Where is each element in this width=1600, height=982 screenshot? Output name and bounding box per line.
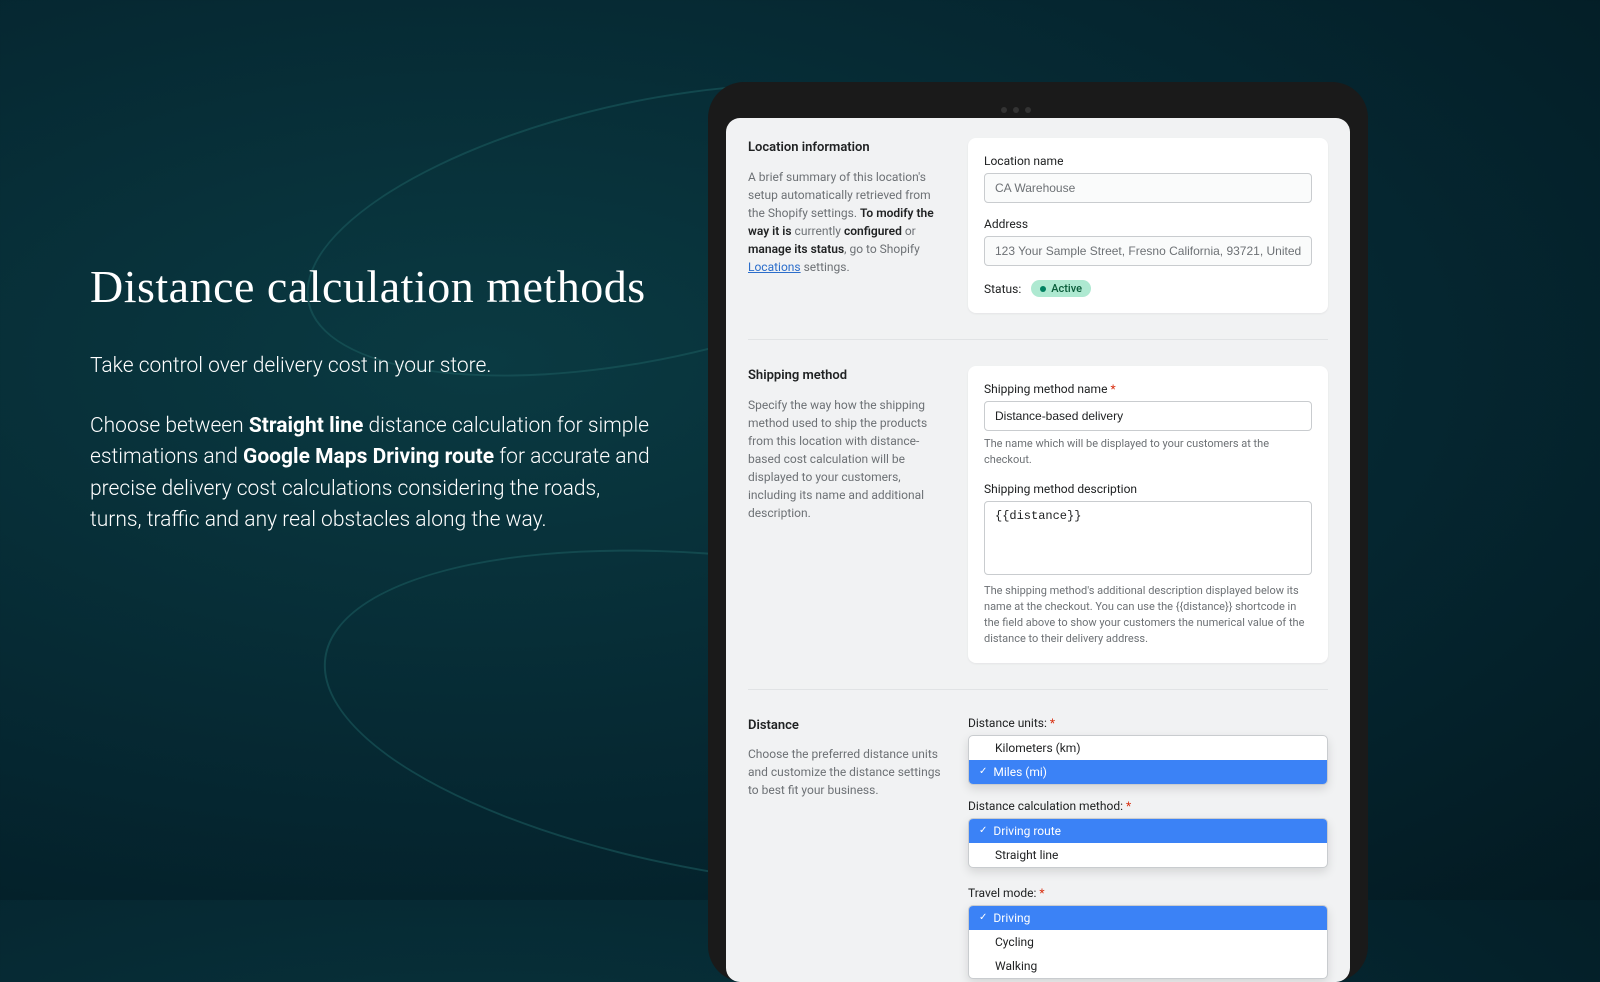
section-shipping: Shipping method Specify the way how the …	[748, 366, 1328, 690]
section-description: Specify the way how the shipping method …	[748, 396, 948, 522]
shipping-desc-textarea[interactable]: {{distance}}	[984, 501, 1312, 575]
section-location: Location information A brief summary of …	[748, 138, 1328, 340]
calc-method-label: Distance calculation method: *	[968, 799, 1328, 813]
section-title: Location information	[748, 138, 948, 158]
section-description: Choose the preferred distance units and …	[748, 745, 948, 799]
shipping-name-help: The name which will be displayed to your…	[984, 436, 1312, 468]
hero-copy: Distance calculation methods Take contro…	[90, 260, 650, 565]
option-kilometers[interactable]: Kilometers (km)	[969, 736, 1327, 760]
shipping-desc-label: Shipping method description	[984, 482, 1312, 496]
status-label: Status:	[984, 282, 1021, 296]
address-label: Address	[984, 217, 1312, 231]
section-title: Distance	[748, 716, 948, 736]
section-description: A brief summary of this location's setup…	[748, 168, 948, 276]
option-driving[interactable]: ✓Driving	[969, 906, 1327, 930]
check-icon: ✓	[979, 912, 987, 923]
option-driving-route[interactable]: ✓Driving route	[969, 819, 1327, 843]
option-miles[interactable]: ✓Miles (mi)	[969, 760, 1327, 784]
address-field	[984, 236, 1312, 266]
status-badge: Active	[1031, 280, 1091, 297]
option-walking[interactable]: Walking	[969, 954, 1327, 978]
tablet-device-frame: Location information A brief summary of …	[708, 82, 1368, 982]
location-name-label: Location name	[984, 154, 1312, 168]
hero-lead: Take control over delivery cost in your …	[90, 351, 650, 383]
shipping-desc-help: The shipping method's additional descrip…	[984, 583, 1312, 647]
calc-method-select[interactable]: ✓Driving route Straight line	[968, 818, 1328, 868]
option-cycling[interactable]: Cycling	[969, 930, 1327, 954]
status-dot-icon	[1040, 286, 1046, 292]
shipping-name-label: Shipping method name *	[984, 382, 1312, 396]
hero-body: Choose between Straight line distance ca…	[90, 411, 650, 537]
tablet-camera-notch	[998, 98, 1078, 106]
locations-link[interactable]: Locations	[748, 260, 801, 274]
location-name-field	[984, 173, 1312, 203]
distance-units-select[interactable]: Kilometers (km) ✓Miles (mi)	[968, 735, 1328, 785]
check-icon: ✓	[979, 766, 987, 777]
section-distance: Distance Choose the preferred distance u…	[748, 716, 1328, 982]
travel-mode-label: Travel mode: *	[968, 886, 1328, 900]
option-straight-line[interactable]: Straight line	[969, 843, 1327, 867]
section-title: Shipping method	[748, 366, 948, 386]
distance-units-label: Distance units: *	[968, 716, 1328, 730]
app-screen: Location information A brief summary of …	[726, 118, 1350, 982]
check-icon: ✓	[979, 825, 987, 836]
hero-title: Distance calculation methods	[90, 260, 650, 313]
shipping-name-input[interactable]	[984, 401, 1312, 431]
travel-mode-select[interactable]: ✓Driving Cycling Walking	[968, 905, 1328, 979]
